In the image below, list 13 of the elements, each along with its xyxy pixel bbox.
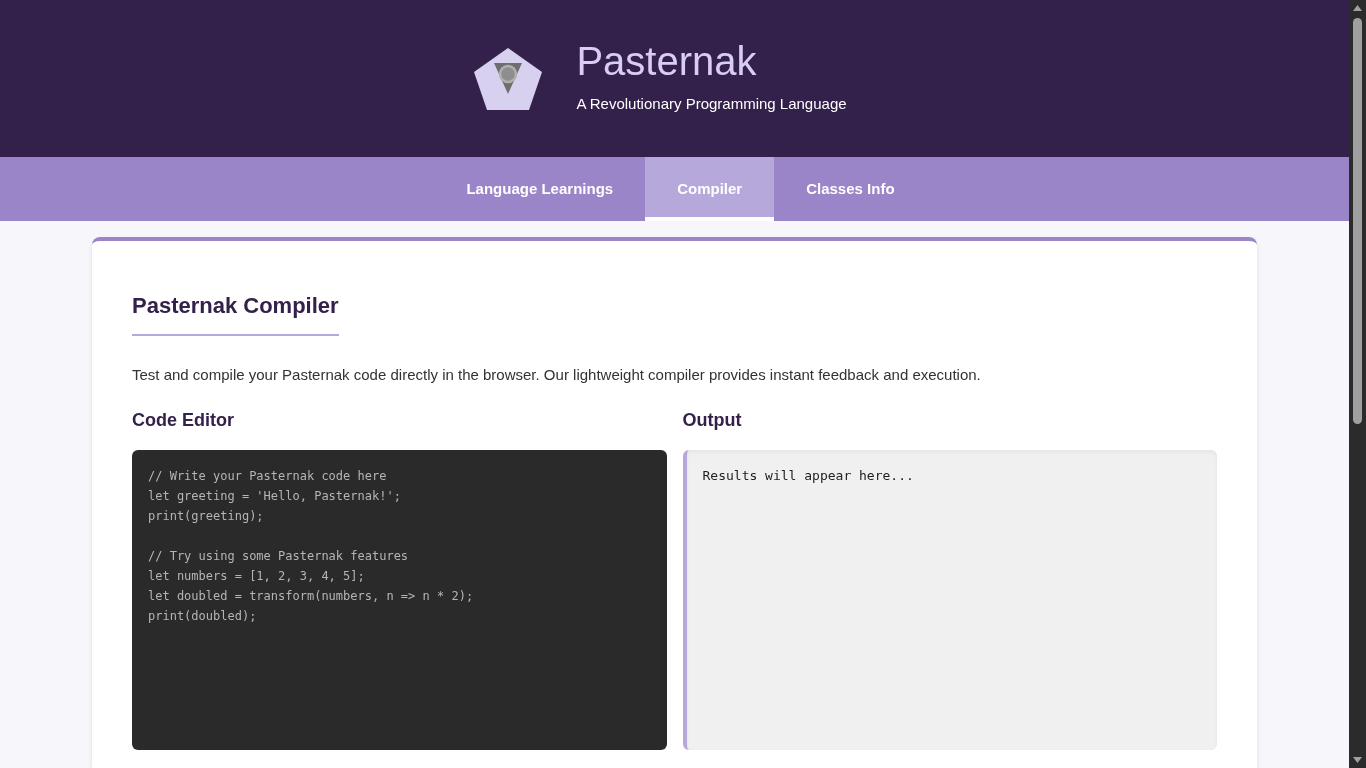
section-title: Pasternak Compiler [132, 289, 339, 336]
section-description: Test and compile your Pasternak code directly in the browser. Our lightweight compiler provides instant feedback and execution. [132, 365, 982, 385]
nav-tab[interactable]: Classes Info [774, 157, 927, 221]
output-heading: Output [682, 408, 743, 432]
nav-tab[interactable]: Language Learnings [434, 157, 646, 221]
scrollbar-drawing[interactable] [1349, 0, 1366, 768]
nav-tab[interactable]: Compiler [645, 157, 775, 221]
site-title: Pasternak [576, 41, 758, 82]
output-panel: Results will appear here... [682, 449, 1217, 750]
code-editor[interactable]: // Write your Pasternak code here let greeting = 'Hello, Pasternak!'; print(greeting); // Try using some Pasternak features let numbers = [1, 2, 3, 4, 5]; let doubled = transform(numbers, n => n * 2); print(doubled); [132, 449, 667, 750]
site-subtitle: A Revolutionary Programming Language [576, 94, 847, 115]
pentagon-logo-icon [472, 45, 545, 112]
editor-heading: Code Editor [132, 408, 235, 432]
